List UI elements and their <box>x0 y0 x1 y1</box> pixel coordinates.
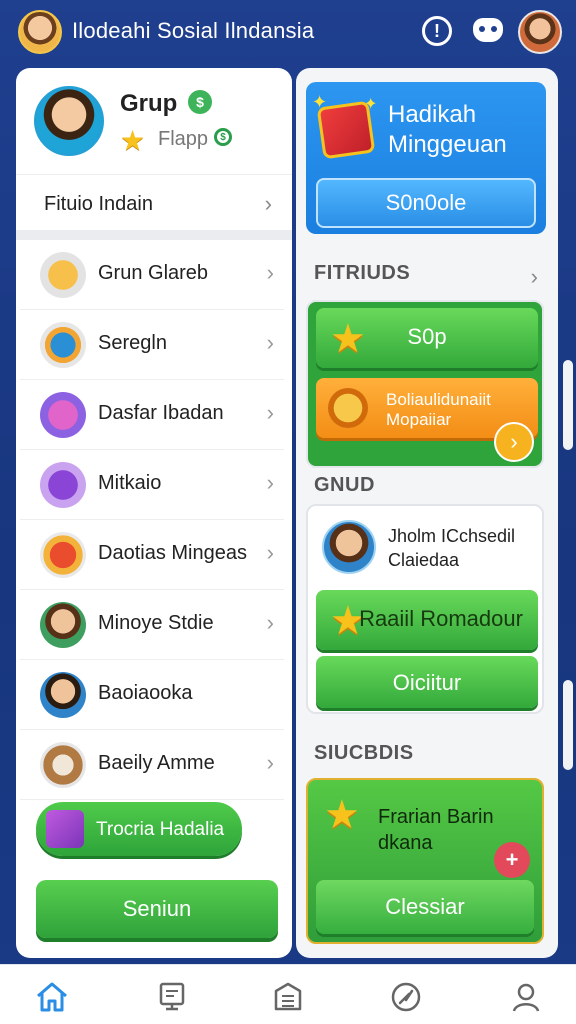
weekly-gift-title: Hadikah Minggeuan <box>388 100 538 160</box>
list-item[interactable]: Grun Glareb › <box>20 240 284 310</box>
chevron-right-icon: › <box>264 191 272 216</box>
star-icon: ★ <box>120 125 146 156</box>
success-card: ★ Frarian Barin dkana + Clessiar <box>306 778 544 944</box>
list-item[interactable]: Seregln › <box>20 310 284 380</box>
success-card-line1: Frarian Barin <box>378 806 494 828</box>
profile-avatar-button[interactable] <box>518 10 562 54</box>
list-item-label: Seregln <box>98 332 167 354</box>
weekly-gift-button[interactable]: S0n0ole <box>316 178 536 228</box>
coin-badge-icon: $ <box>214 128 232 146</box>
weekly-gift-title-line1: Hadikah <box>388 101 477 128</box>
gift-box-icon <box>40 252 86 298</box>
list-item-label: Grun Glareb <box>98 262 209 284</box>
features-row[interactable]: Fituio Indain › <box>16 174 292 230</box>
scrollbar-handle[interactable] <box>563 360 573 450</box>
chevron-right-icon: › <box>266 400 274 425</box>
list-item-label: Dasfar Ibadan <box>98 402 224 424</box>
boy-avatar-icon <box>40 602 86 648</box>
friend-name-line2: Claiedaa <box>388 550 460 570</box>
features-box: ★ S0p Boliaulidunaiit Mopaiiar › <box>306 300 544 468</box>
group-secondary-button-label: Oiciitur <box>392 670 462 695</box>
purple-dress-icon <box>40 462 86 508</box>
sparkle-icon: ✦ <box>312 92 328 112</box>
star-icon: ★ <box>324 793 360 837</box>
alert-icon[interactable]: ! <box>422 16 452 46</box>
special-button[interactable]: Boliaulidunaiit Mopaiiar › <box>316 378 538 462</box>
user-icon[interactable] <box>506 977 546 1017</box>
section-title-features: FITRIUDS <box>314 262 411 284</box>
menu-list: Grun Glareb › Seregln › Dasfar Ibadan › … <box>20 240 284 800</box>
list-item[interactable]: Dasfar Ibadan › <box>20 380 284 450</box>
group-title: Grup <box>120 90 178 117</box>
weekly-gift-title-line2: Minggeuan <box>388 131 507 158</box>
list-item[interactable]: Daotias Mingeas › <box>20 520 284 590</box>
chevron-right-icon: › <box>266 260 274 285</box>
list-item-label: Baeily Amme <box>98 752 215 774</box>
group-avatar[interactable] <box>34 86 104 156</box>
coin-icon: $ <box>188 90 212 114</box>
boy-avatar-icon <box>40 672 86 718</box>
list-item[interactable]: Baeily Amme › <box>20 730 284 800</box>
section-title-group: GNUD <box>314 474 375 496</box>
section-title-success: SIUCBDIS <box>314 742 414 764</box>
shop-button-label: S0p <box>407 324 447 349</box>
sparkle-icon: ✦ <box>364 96 378 113</box>
treasure-box-icon <box>46 810 84 848</box>
list-item-label: Mitkaio <box>98 472 162 494</box>
compass-icon[interactable] <box>386 977 426 1017</box>
chevron-right-icon: › <box>266 610 274 635</box>
special-button-line1: Boliaulidunaiit <box>386 390 491 409</box>
list-item[interactable]: Minoye Stdie › <box>20 590 284 660</box>
top-bar: Ilodeahi Sosial Ilndansia ! <box>0 0 576 64</box>
monkey-icon <box>40 742 86 788</box>
list-item-label: Baoiaooka <box>98 682 193 704</box>
group-primary-button[interactable]: ★ Raaiil Romadour <box>316 590 538 650</box>
special-button-label: Boliaulidunaiit Mopaiiar <box>386 390 491 430</box>
success-card-button[interactable]: Clessiar <box>316 880 534 934</box>
home-icon[interactable] <box>32 977 72 1017</box>
arrow-right-icon[interactable]: › <box>494 422 534 462</box>
list-item-label: Daotias Mingeas <box>98 542 247 564</box>
square-box-icon <box>40 322 86 368</box>
weekly-gift-card: ✦ ✦ Hadikah Minggeuan S0n0ole <box>306 82 546 234</box>
chevron-right-icon: › <box>266 750 274 775</box>
group-secondary-button[interactable]: Oiciitur <box>316 656 538 708</box>
chevron-right-icon[interactable]: › <box>531 264 538 290</box>
chevron-right-icon: › <box>266 470 274 495</box>
list-item-label: Minoye Stdie <box>98 612 214 634</box>
bottom-navigation <box>0 964 576 1024</box>
scrollbar-handle[interactable] <box>563 680 573 770</box>
plus-icon[interactable]: + <box>494 842 530 878</box>
chevron-right-icon: › <box>266 330 274 355</box>
shop-button[interactable]: ★ S0p <box>316 308 538 368</box>
list-item[interactable]: Baoiaooka <box>20 660 284 730</box>
list-item[interactable]: Mitkaio › <box>20 450 284 520</box>
pink-loop-icon <box>40 392 86 438</box>
left-panel: Grup $ ★ Flapp $ Fituio Indain › Grun Gl… <box>16 68 292 958</box>
divider <box>16 230 292 240</box>
friend-avatar[interactable] <box>322 520 376 574</box>
list-icon[interactable] <box>268 977 308 1017</box>
app-logo-avatar[interactable] <box>18 10 62 54</box>
special-button-line2: Mopaiiar <box>386 410 452 429</box>
trophy-hall-button-label: Trocria Hadalia <box>96 819 225 840</box>
friend-name-line1: Jholm ICchsedil <box>388 526 516 546</box>
board-icon[interactable] <box>152 977 192 1017</box>
chevron-right-icon: › <box>266 540 274 565</box>
features-row-label: Fituio Indain <box>44 193 153 215</box>
trophy-hall-button[interactable]: Trocria Hadalia <box>36 802 242 856</box>
group-card: Jholm ICchsedil Claiedaa ★ Raaiil Romado… <box>306 504 544 714</box>
app-title: Ilodeahi Sosial Ilndansia <box>72 18 315 43</box>
save-button[interactable]: Seniun <box>36 880 278 938</box>
treasure-chest-icon <box>40 532 86 578</box>
friend-name: Jholm ICchsedil Claiedaa <box>388 524 538 572</box>
gamepad-icon[interactable] <box>472 14 504 46</box>
medal-icon <box>328 388 368 428</box>
group-subtitle: Flapp <box>158 128 209 150</box>
right-panel: ✦ ✦ Hadikah Minggeuan S0n0ole FITRIUDS ›… <box>296 68 558 958</box>
group-primary-button-label: Raaiil Romadour <box>359 606 523 631</box>
